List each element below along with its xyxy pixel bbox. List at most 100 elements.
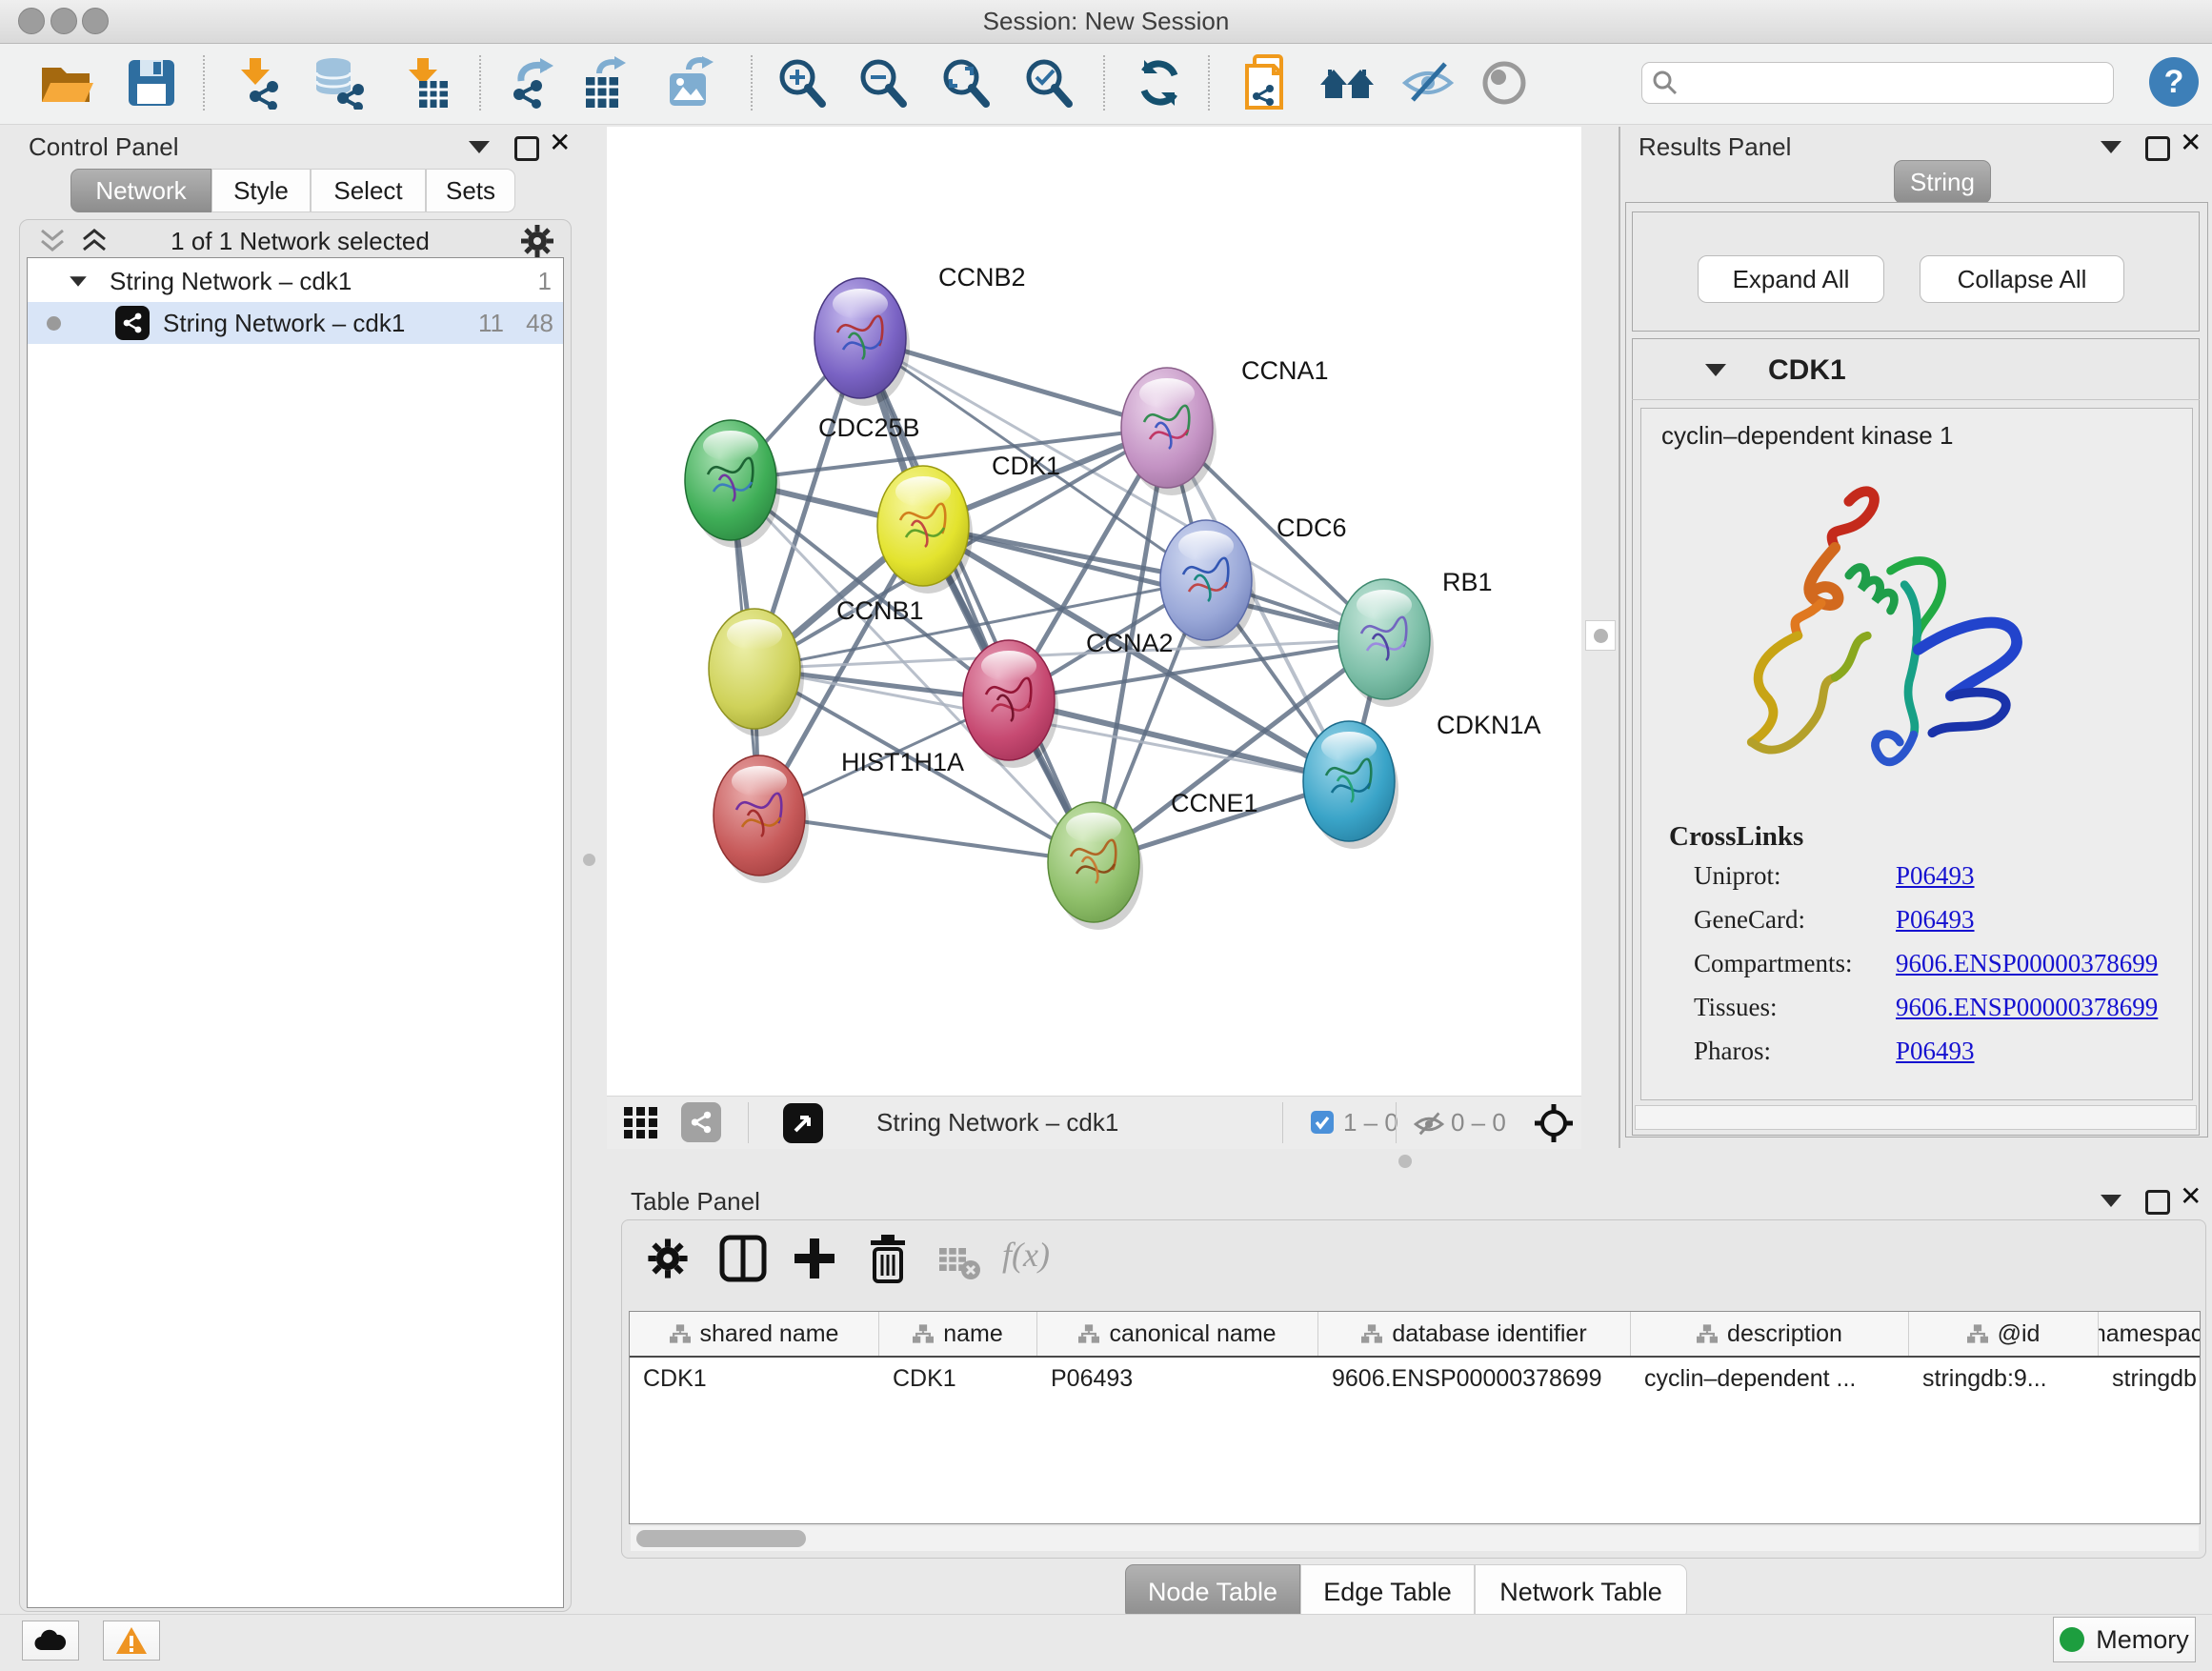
protein-collapse-icon[interactable]	[1705, 364, 1726, 376]
zoom-out-button[interactable]	[855, 53, 914, 112]
results-hscrollbar[interactable]	[1635, 1105, 2197, 1130]
tab-string[interactable]: String	[1894, 160, 1991, 204]
collapse-all-icon[interactable]	[36, 229, 69, 255]
network-options-gear-button[interactable]	[519, 223, 555, 259]
results-panel-maximize-button[interactable]	[2145, 136, 2170, 161]
search-icon	[1652, 70, 1679, 96]
tab-network-table[interactable]: Network Table	[1475, 1564, 1687, 1620]
crosslink-link[interactable]: P06493	[1896, 1037, 1975, 1066]
results-panel-float-button[interactable]	[2101, 141, 2122, 153]
tab-select[interactable]: Select	[311, 169, 426, 212]
export-network-button[interactable]	[503, 53, 562, 112]
column-header-name[interactable]: name	[879, 1312, 1037, 1356]
table-options-gear-button[interactable]	[646, 1237, 690, 1280]
network-node[interactable]: RB1	[1338, 568, 1493, 707]
import-network-button[interactable]	[228, 53, 287, 112]
save-session-button[interactable]	[122, 53, 181, 112]
selected-nodes-checkbox[interactable]	[1311, 1111, 1334, 1134]
hidden-nodes-icon[interactable]	[1413, 1110, 1445, 1138]
expand-all-button[interactable]: Expand All	[1698, 255, 1884, 303]
add-column-button[interactable]	[791, 1235, 838, 1282]
import-table-button[interactable]	[395, 53, 454, 112]
left-splitter-handle[interactable]	[583, 854, 595, 866]
hide-unhide-button[interactable]	[1398, 53, 1458, 112]
warnings-button[interactable]	[103, 1621, 160, 1661]
tree-expand-icon[interactable]	[70, 276, 87, 286]
column-header-shared-name[interactable]: shared name	[630, 1312, 879, 1356]
table-panel-maximize-button[interactable]	[2145, 1190, 2170, 1215]
crosslink-link[interactable]: P06493	[1896, 905, 1975, 935]
refresh-button[interactable]	[1130, 53, 1189, 112]
show-columns-button[interactable]	[719, 1235, 767, 1282]
control-panel-float-button[interactable]	[469, 141, 490, 153]
open-session-button[interactable]	[36, 53, 95, 112]
import-database-button[interactable]	[310, 53, 369, 112]
string-home-button[interactable]	[1317, 53, 1377, 112]
table-panel-close-button[interactable]: ✕	[2180, 1185, 2202, 1208]
cloud-status-button[interactable]	[22, 1621, 79, 1661]
export-table-button[interactable]	[579, 53, 638, 112]
table-hscrollbar[interactable]	[631, 1526, 2199, 1551]
export-image-button[interactable]	[661, 53, 720, 112]
right-splitter[interactable]	[1619, 127, 1620, 1148]
network-node[interactable]: CCNE1	[1048, 789, 1258, 930]
open-in-window-button[interactable]	[783, 1103, 823, 1143]
network-node[interactable]: CCNA1	[1121, 356, 1329, 495]
crosslink-link[interactable]: 9606.ENSP00000378699	[1896, 949, 2158, 978]
right-splitter-handle[interactable]	[1585, 620, 1616, 651]
collapse-all-button[interactable]: Collapse All	[1920, 255, 2124, 303]
network-node[interactable]: CDC6	[1160, 513, 1347, 648]
network-view-toolbar: String Network – cdk1 1 – 0 0 – 0	[607, 1096, 1581, 1149]
zoom-selected-button[interactable]	[1020, 53, 1079, 112]
fit-selected-crosshair-button[interactable]	[1533, 1102, 1575, 1149]
network-collection-row[interactable]: String Network – cdk1 1	[28, 260, 563, 302]
column-header-description[interactable]: description	[1631, 1312, 1909, 1356]
preview-eye-button[interactable]	[1475, 53, 1534, 112]
zoom-out-icon	[857, 56, 911, 110]
tab-node-table[interactable]: Node Table	[1125, 1564, 1300, 1620]
crosslink-link[interactable]: 9606.ENSP00000378699	[1896, 993, 2158, 1022]
network-canvas[interactable]: CCNB2CCNA1CDC25BCDK1CDC6RB1CCNB1CCNA2CDK…	[607, 127, 1581, 1096]
control-panel-close-button[interactable]: ✕	[549, 131, 571, 154]
column-header-database-identifier[interactable]: database identifier	[1318, 1312, 1631, 1356]
column-header-canonical-name[interactable]: canonical name	[1037, 1312, 1318, 1356]
table-panel-float-button[interactable]	[2101, 1195, 2122, 1207]
network-node[interactable]: CCNA2	[963, 629, 1174, 768]
export-image-icon	[664, 56, 717, 110]
zoom-in-button[interactable]	[774, 53, 833, 112]
network-node[interactable]: CDK1	[877, 452, 1060, 594]
network-node[interactable]: CCNB2	[814, 263, 1026, 406]
tab-style[interactable]: Style	[211, 169, 311, 212]
section-divider	[1632, 399, 2200, 400]
clone-network-button[interactable]	[1237, 53, 1296, 112]
tab-network[interactable]: Network	[70, 169, 211, 212]
table-hscrollbar-thumb[interactable]	[636, 1530, 806, 1547]
crosslink-link[interactable]: P06493	[1896, 861, 1975, 891]
grid-view-button[interactable]	[624, 1107, 660, 1139]
column-header-namespace[interactable]: namespace	[2099, 1312, 2201, 1356]
function-builder-button-disabled[interactable]: f(x)	[1002, 1235, 1050, 1275]
network-node[interactable]: CDKN1A	[1303, 711, 1541, 849]
tab-sets[interactable]: Sets	[426, 169, 515, 212]
delete-table-button-disabled[interactable]	[937, 1244, 981, 1280]
control-panel-maximize-button[interactable]	[514, 136, 539, 161]
network-share-view-button[interactable]	[681, 1102, 721, 1142]
column-header--id[interactable]: @id	[1909, 1312, 2099, 1356]
eye-icon	[1478, 58, 1531, 108]
network-row-selected[interactable]: String Network – cdk1 11 48	[28, 302, 563, 344]
memory-status-dot	[2060, 1627, 2084, 1652]
delete-column-button[interactable]	[863, 1233, 913, 1284]
table-cell: CDK1	[630, 1358, 879, 1399]
copy-document-icon	[1239, 54, 1293, 111]
results-panel-close-button[interactable]: ✕	[2180, 131, 2202, 154]
search-input[interactable]	[1679, 69, 2092, 97]
help-button[interactable]: ?	[2149, 57, 2199, 107]
bottom-splitter-handle[interactable]	[1398, 1155, 1412, 1168]
tab-edge-table[interactable]: Edge Table	[1300, 1564, 1475, 1620]
table-row[interactable]: CDK1CDK1P064939606.ENSP00000378699cyclin…	[630, 1358, 2200, 1399]
network-node[interactable]: HIST1H1A	[714, 748, 964, 883]
expand-all-icon[interactable]	[78, 229, 111, 255]
memory-button[interactable]: Memory	[2053, 1617, 2196, 1662]
table-cell: stringdb:9...	[1909, 1358, 2099, 1399]
zoom-fit-button[interactable]	[937, 53, 996, 112]
